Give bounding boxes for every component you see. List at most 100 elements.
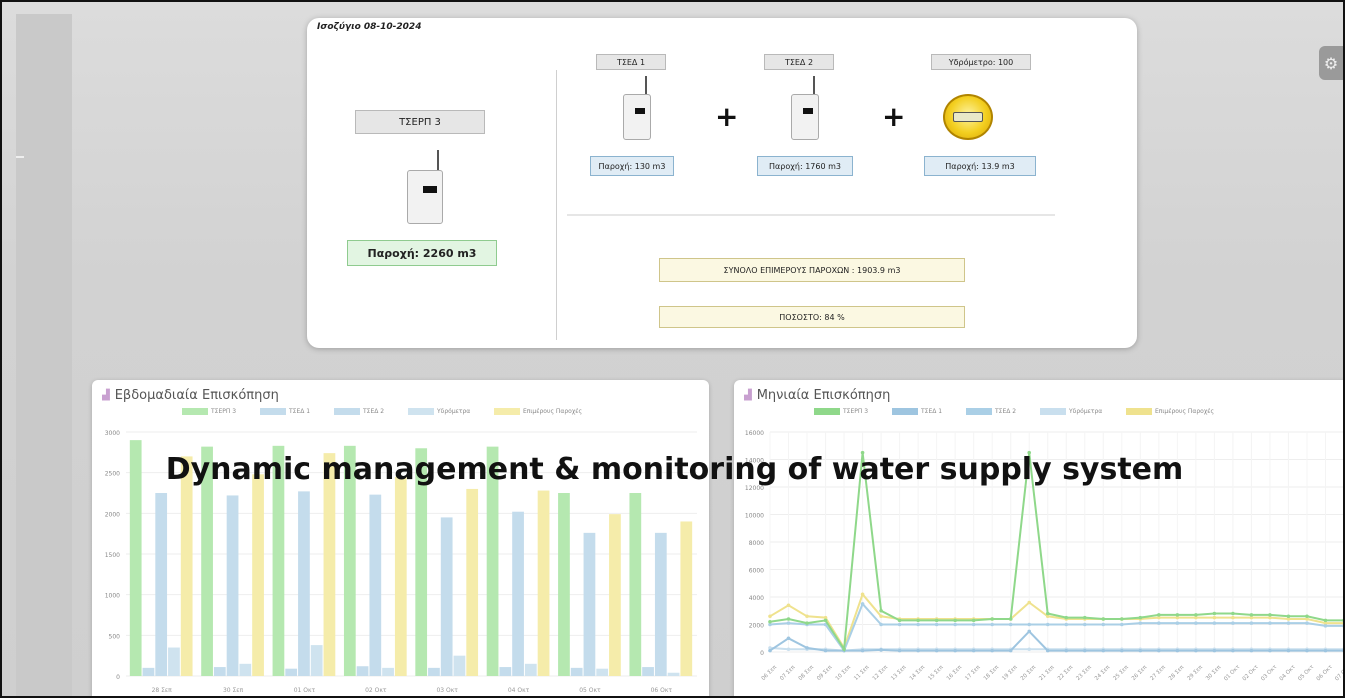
x-tick-label: 09 Σεπ	[816, 664, 834, 682]
data-point	[786, 647, 791, 652]
settings-button[interactable]: ⚙	[1319, 46, 1343, 80]
bar	[415, 448, 428, 676]
data-point	[1305, 648, 1309, 653]
x-tick-label: 17 Σεπ	[964, 664, 982, 682]
y-tick-label: 4000	[749, 595, 764, 602]
x-tick-label: 13 Σεπ	[890, 664, 908, 682]
data-point	[897, 648, 902, 653]
bar	[609, 514, 621, 676]
y-tick-label: 1500	[105, 552, 120, 559]
bar	[499, 667, 512, 676]
y-tick-label: 10000	[745, 513, 764, 520]
bar	[466, 488, 479, 676]
data-point	[1231, 621, 1235, 625]
x-tick-label: 29 Σεπ	[1186, 664, 1204, 682]
data-point	[971, 618, 976, 623]
bar	[272, 445, 285, 676]
data-point	[934, 618, 939, 623]
x-tick-label: 24 Σεπ	[1094, 664, 1112, 682]
x-tick-label: 05 Οκτ	[1297, 664, 1316, 683]
x-tick-label: 22 Σεπ	[1057, 664, 1075, 682]
submeter-3-flow: Παροχή: 13.9 m3	[924, 156, 1036, 176]
x-tick-label: 02 Οκτ	[365, 687, 387, 694]
x-tick-label: 26 Σεπ	[1131, 664, 1149, 682]
data-point	[805, 621, 809, 625]
data-point	[1138, 648, 1143, 653]
data-point	[1286, 621, 1291, 625]
data-point	[1268, 621, 1272, 625]
data-point	[786, 617, 791, 621]
data-point	[916, 622, 920, 627]
data-point	[934, 648, 939, 653]
data-point	[1101, 617, 1106, 621]
x-tick-label: 10 Σεπ	[835, 664, 853, 682]
bar	[285, 668, 298, 676]
data-point	[1194, 621, 1198, 625]
y-tick-label: 3000	[105, 430, 120, 437]
plus-sign-2: +	[882, 100, 906, 133]
x-tick-label: 05 Οκτ	[579, 687, 601, 694]
plus-sign-1: +	[715, 100, 739, 133]
data-point	[1064, 648, 1069, 653]
data-point	[879, 608, 883, 613]
data-point	[1045, 611, 1050, 616]
y-tick-label: 14000	[745, 458, 764, 465]
x-tick-label: 07 Σεπ	[779, 664, 797, 682]
bar	[680, 521, 693, 676]
x-tick-label: 11 Σεπ	[853, 664, 871, 682]
bar	[369, 494, 382, 676]
x-tick-label: 18 Σεπ	[983, 664, 1001, 682]
data-point	[1101, 648, 1106, 653]
data-point	[805, 614, 809, 619]
data-point	[842, 647, 846, 652]
left-sidebar	[16, 14, 72, 696]
bar	[583, 532, 596, 676]
data-point	[1323, 624, 1328, 628]
data-point	[1286, 648, 1291, 653]
x-tick-label: 02 Οκτ	[1242, 664, 1261, 683]
data-point	[1212, 621, 1217, 625]
bar	[129, 440, 142, 676]
data-point	[1194, 648, 1198, 653]
data-point	[1138, 615, 1143, 620]
data-point	[1120, 617, 1124, 621]
x-tick-label: 01 Οκτ	[294, 687, 316, 694]
gear-icon: ⚙	[1323, 53, 1339, 73]
bar	[155, 493, 168, 676]
x-tick-label: 25 Σεπ	[1112, 664, 1130, 682]
bar	[453, 655, 466, 676]
x-tick-label: 06 Σεπ	[761, 664, 779, 682]
data-point	[823, 648, 828, 653]
data-point	[916, 648, 920, 653]
x-tick-label: 20 Σεπ	[1020, 664, 1038, 682]
data-point	[953, 618, 957, 623]
y-tick-label: 16000	[745, 430, 764, 437]
data-point	[1323, 648, 1328, 653]
bar	[629, 493, 642, 676]
monthly-line-chart: 0 2000 4000 6000 8000 10000 12000 14000 16000 06 …	[745, 430, 1343, 683]
data-point	[971, 622, 976, 627]
bar	[356, 666, 369, 676]
bar	[213, 667, 226, 676]
bar	[486, 446, 499, 676]
x-tick-label: 28 Σεπ	[152, 687, 173, 694]
sidebar-tick	[16, 156, 24, 158]
x-tick-label: 06 Οκτ	[1316, 664, 1335, 683]
data-point	[1175, 648, 1180, 653]
x-tick-label: 30 Σεπ	[1205, 664, 1223, 682]
dashboard-frame: ⚙ Ισοζύγιο 08-10-2024 ΤΣΕΡΠ 3 Παροχή: 22…	[0, 0, 1345, 698]
bar	[323, 453, 336, 676]
water-meter-icon	[943, 94, 993, 140]
data-point	[1249, 621, 1254, 625]
data-point	[879, 614, 883, 619]
bar	[382, 667, 394, 676]
y-tick-label: 6000	[749, 568, 764, 575]
x-tick-label: 28 Σεπ	[1168, 664, 1186, 682]
bar	[654, 532, 667, 676]
y-tick-label: 2000	[105, 511, 120, 518]
y-tick-label: 2500	[105, 471, 120, 478]
y-tick-label: 8000	[749, 540, 764, 547]
submeter-2-name: ΤΣΕΔ 2	[764, 54, 834, 70]
bar	[142, 667, 155, 676]
weekly-overview-card: ▟ Εβδομαδιαία Επισκόπηση ΤΣΕΡΠ 3 ΤΣΕΔ 1 ΤΣ…	[92, 380, 709, 696]
